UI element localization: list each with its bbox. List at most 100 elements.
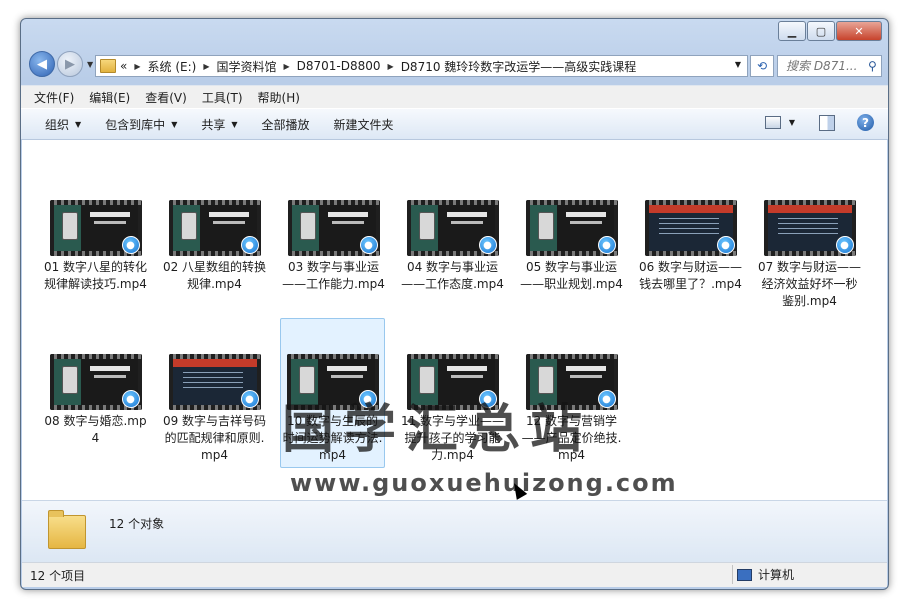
file-item[interactable]: ● 01 数字八星的转化规律解读技巧.mp4 — [43, 200, 148, 293]
file-name: 08 数字与婚恋.mp4 — [44, 414, 147, 445]
file-item[interactable]: ● 06 数字与财运——钱去哪里了？.mp4 — [638, 200, 743, 293]
play-all-button[interactable]: 全部播放 — [262, 116, 310, 133]
folder-icon — [100, 59, 116, 73]
navigation-buttons: ◀ ▶ ▼ — [29, 51, 93, 77]
status-bar: 12 个项目 计算机 — [22, 562, 887, 587]
video-thumbnail: ● — [168, 354, 261, 410]
address-bar[interactable]: « ▶ 系统 (E:) ▶ 国学资料馆 ▶ D8701-D8800 ▶ D871… — [95, 55, 748, 77]
refresh-icon[interactable]: ⟲ — [750, 55, 774, 77]
change-view-icon[interactable] — [764, 116, 781, 129]
file-item[interactable]: ● 02 八星数组的转换规律.mp4 — [162, 200, 267, 293]
file-item[interactable]: ● 11 数字与学业——提升孩子的学习能力.mp4 — [400, 354, 505, 464]
media-player-icon: ● — [597, 236, 616, 254]
video-thumbnail: ● — [406, 200, 499, 256]
command-bar: 组织 ▼ 包含到库中 ▼ 共享 ▼ 全部播放 新建文件夹 ▼ ? — [21, 108, 888, 140]
video-thumbnail: ● — [525, 200, 618, 256]
new-folder-button[interactable]: 新建文件夹 — [334, 116, 394, 133]
media-player-icon: ● — [121, 390, 140, 408]
chevron-right-icon[interactable]: ▶ — [203, 62, 209, 71]
breadcrumb-overflow[interactable]: « — [120, 59, 127, 73]
file-item[interactable]: ● 04 数字与事业运——工作态度.mp4 — [400, 200, 505, 293]
breadcrumb-item[interactable]: 国学资料馆 — [216, 58, 276, 75]
menu-edit[interactable]: 编辑(E) — [89, 89, 130, 106]
address-dropdown-icon[interactable]: ▼ — [735, 60, 741, 69]
file-name: 12 数字与营销学——产品定价绝技.mp4 — [521, 414, 622, 462]
chevron-right-icon[interactable]: ▶ — [283, 62, 289, 71]
breadcrumb: « ▶ 系统 (E:) ▶ 国学资料馆 ▶ D8701-D8800 ▶ D871… — [120, 58, 636, 75]
file-list[interactable]: ● 01 数字八星的转化规律解读技巧.mp4 ● 02 八星数组的转换规律.mp… — [22, 140, 887, 500]
media-player-icon: ● — [835, 236, 854, 254]
menu-tools[interactable]: 工具(T) — [202, 89, 243, 106]
breadcrumb-item[interactable]: D8701-D8800 — [297, 59, 381, 73]
file-name: 09 数字与吉祥号码的匹配规律和原则.mp4 — [162, 414, 267, 462]
organize-button[interactable]: 组织 ▼ — [45, 116, 81, 133]
caption-buttons: ▁ ▢ ✕ — [777, 21, 882, 41]
media-player-icon: ● — [716, 236, 735, 254]
location-zone: 计算机 — [732, 565, 794, 584]
video-thumbnail: ● — [49, 354, 142, 410]
location-label: 计算机 — [758, 568, 795, 582]
include-library-button[interactable]: 包含到库中 ▼ — [105, 116, 177, 133]
maximize-button[interactable]: ▢ — [807, 21, 835, 41]
chevron-right-icon[interactable]: ▶ — [388, 62, 394, 71]
chevron-down-icon: ▼ — [75, 119, 82, 129]
item-count: 12 个项目 — [30, 568, 86, 583]
media-player-icon: ● — [359, 236, 378, 254]
include-library-label: 包含到库中 — [105, 117, 166, 132]
menu-view[interactable]: 查看(V) — [145, 89, 187, 106]
video-thumbnail: ● — [525, 354, 618, 410]
details-pane: 12 个对象 — [22, 500, 887, 562]
help-icon[interactable]: ? — [857, 114, 874, 131]
search-box[interactable]: ⚲ — [777, 55, 882, 77]
file-item[interactable]: ● 03 数字与事业运——工作能力.mp4 — [281, 200, 386, 293]
breadcrumb-item[interactable]: D8710 魏玲玲数字改运学——高级实践课程 — [401, 58, 637, 75]
computer-icon — [737, 568, 752, 581]
preview-pane-icon[interactable] — [819, 114, 835, 131]
search-input[interactable] — [784, 58, 866, 74]
watermark-url: www.guoxuehuizong.com — [290, 469, 678, 497]
media-player-icon: ● — [597, 390, 616, 408]
video-thumbnail: ● — [406, 354, 499, 410]
video-thumbnail: ● — [763, 200, 856, 256]
file-name: 06 数字与财运——钱去哪里了？.mp4 — [638, 260, 743, 291]
file-name: 10 数字与生辰的时间运势解读方法.mp4 — [282, 414, 383, 462]
chevron-down-icon: ▼ — [171, 119, 178, 129]
file-name: 11 数字与学业——提升孩子的学习能力.mp4 — [400, 414, 505, 462]
folder-icon — [48, 510, 86, 549]
file-name: 07 数字与财运——经济效益好坏一秒鉴别.mp4 — [757, 260, 862, 308]
share-button[interactable]: 共享 ▼ — [201, 116, 237, 133]
minimize-button[interactable]: ▁ — [778, 21, 806, 41]
file-item[interactable]: ● 07 数字与财运——经济效益好坏一秒鉴别.mp4 — [757, 200, 862, 310]
file-name: 03 数字与事业运——工作能力.mp4 — [282, 260, 385, 291]
video-thumbnail: ● — [286, 354, 379, 410]
file-item[interactable]: ● 05 数字与事业运——职业规划.mp4 — [519, 200, 624, 293]
forward-arrow-icon[interactable]: ▶ — [57, 51, 83, 77]
breadcrumb-item[interactable]: 系统 (E:) — [148, 58, 197, 75]
video-thumbnail: ● — [49, 200, 142, 256]
back-arrow-icon[interactable]: ◀ — [29, 51, 55, 77]
media-player-icon: ● — [240, 390, 259, 408]
file-item-selected[interactable]: ● 10 数字与生辰的时间运势解读方法.mp4 — [280, 318, 385, 468]
file-item[interactable]: ● 09 数字与吉祥号码的匹配规律和原则.mp4 — [162, 354, 267, 464]
file-name: 01 数字八星的转化规律解读技巧.mp4 — [43, 260, 148, 291]
file-name: 04 数字与事业运——工作态度.mp4 — [401, 260, 504, 291]
menu-file[interactable]: 文件(F) — [34, 89, 74, 106]
search-icon[interactable]: ⚲ — [868, 59, 877, 73]
chevron-down-icon[interactable]: ▼ — [789, 118, 795, 127]
media-player-icon: ● — [121, 236, 140, 254]
file-item[interactable]: ● 08 数字与婚恋.mp4 — [43, 354, 148, 447]
file-name: 02 八星数组的转换规律.mp4 — [162, 260, 267, 291]
video-thumbnail: ● — [287, 200, 380, 256]
chevron-right-icon[interactable]: ▶ — [134, 62, 140, 71]
organize-label: 组织 — [45, 117, 70, 132]
file-item[interactable]: ● 12 数字与营销学——产品定价绝技.mp4 — [519, 354, 624, 464]
menu-bar: 文件(F) 编辑(E) 查看(V) 工具(T) 帮助(H) — [21, 85, 888, 108]
media-player-icon: ● — [240, 236, 259, 254]
media-player-icon: ● — [478, 390, 497, 408]
close-button[interactable]: ✕ — [836, 21, 882, 41]
menu-help[interactable]: 帮助(H) — [258, 89, 300, 106]
video-thumbnail: ● — [644, 200, 737, 256]
toolbar-right: ▼ ? — [764, 114, 874, 131]
file-name: 05 数字与事业运——职业规划.mp4 — [520, 260, 623, 291]
recent-pages-dropdown-icon[interactable]: ▼ — [87, 60, 93, 69]
